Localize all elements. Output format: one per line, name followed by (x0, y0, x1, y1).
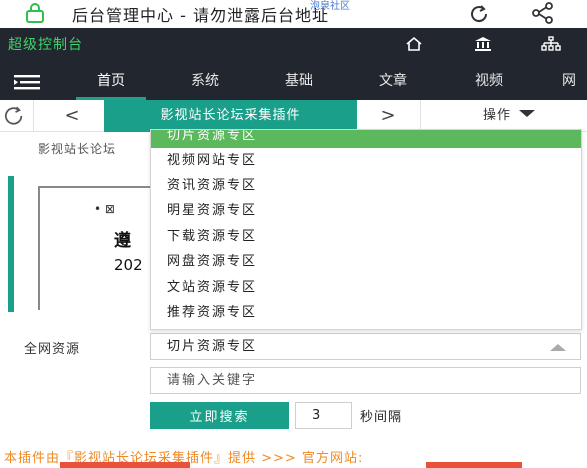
interval-input[interactable] (295, 402, 352, 429)
caret-down-icon (519, 110, 536, 117)
source-label: 全网资源 (24, 342, 81, 357)
dropdown-option[interactable]: 网盘资源专区 (151, 249, 581, 274)
notice-year: 202 (114, 256, 143, 274)
main-nav: 首页 系统 基础 文章 视频 网 (0, 64, 587, 100)
dropdown-option[interactable]: 文站资源专区 (151, 275, 581, 300)
tab-toolbar: < 影视站长论坛采集插件 > 操作 (0, 100, 587, 132)
reload-icon[interactable] (466, 4, 492, 24)
home-icon[interactable] (404, 36, 424, 52)
refresh-icon[interactable] (0, 100, 34, 132)
menu-toggle-icon[interactable] (14, 74, 42, 90)
dropdown-option[interactable]: 明星资源专区 (151, 198, 581, 223)
keyword-input[interactable] (150, 367, 581, 394)
operations-menu[interactable]: 操作 (420, 100, 587, 132)
footer-badge[interactable] (426, 462, 522, 468)
nav-tab-video[interactable]: 视频 (454, 64, 524, 100)
source-select[interactable]: 切片资源专区 (150, 333, 581, 360)
notice-heading: 遵 (114, 231, 131, 251)
nav-tab-basic[interactable]: 基础 (264, 64, 334, 100)
sitemap-icon[interactable] (541, 36, 561, 52)
lock-icon (26, 3, 44, 23)
dropdown-option[interactable]: 视频网站专区 (151, 148, 581, 173)
footer-badge[interactable] (60, 462, 190, 468)
dropdown-option[interactable]: 切片资源专区 (151, 130, 581, 148)
notice-bullet: • ⊠ (94, 202, 115, 216)
prev-tab-button[interactable]: < (60, 104, 84, 128)
next-tab-button[interactable]: > (376, 104, 400, 128)
bank-icon[interactable] (473, 36, 493, 52)
browser-bar: 后台管理中心 - 请勿泄露后台地址 泡泉社区 (0, 0, 587, 28)
tab-collect-plugin[interactable]: 影视站长论坛采集插件 (104, 100, 357, 132)
nav-tab-home[interactable]: 首页 (76, 64, 146, 100)
search-button[interactable]: 立即搜索 (150, 402, 289, 429)
console-title: 超级控制台 (8, 37, 83, 53)
app-root: 后台管理中心 - 请勿泄露后台地址 泡泉社区 超级控制台 首页 系统 基础 文章… (0, 0, 587, 468)
operations-label: 操作 (483, 108, 512, 123)
share-icon[interactable] (529, 2, 557, 24)
nav-tab-article[interactable]: 文章 (358, 64, 428, 100)
caret-up-icon (550, 344, 566, 351)
footer-strip (60, 462, 587, 468)
address-bar-text[interactable]: 后台管理中心 - 请勿泄露后台地址 (72, 2, 329, 26)
nav-tab-net[interactable]: 网 (548, 64, 587, 100)
source-select-value: 切片资源专区 (167, 339, 258, 354)
dropdown-option[interactable]: 资讯资源专区 (151, 173, 581, 198)
breadcrumb: 影视站长论坛 (38, 142, 117, 156)
nav-tab-system[interactable]: 系统 (170, 64, 240, 100)
top-header: 超级控制台 首页 系统 基础 文章 视频 网 (0, 28, 587, 100)
dropdown-option[interactable]: 下载资源专区 (151, 224, 581, 249)
interval-label: 秒间隔 (360, 410, 403, 425)
source-dropdown-list: 切片资源专区 视频网站专区 资讯资源专区 明星资源专区 下载资源专区 网盘资源专… (150, 129, 582, 330)
dropdown-option[interactable]: 推荐资源专区 (151, 300, 581, 325)
watermark: 泡泉社区 (310, 1, 350, 12)
